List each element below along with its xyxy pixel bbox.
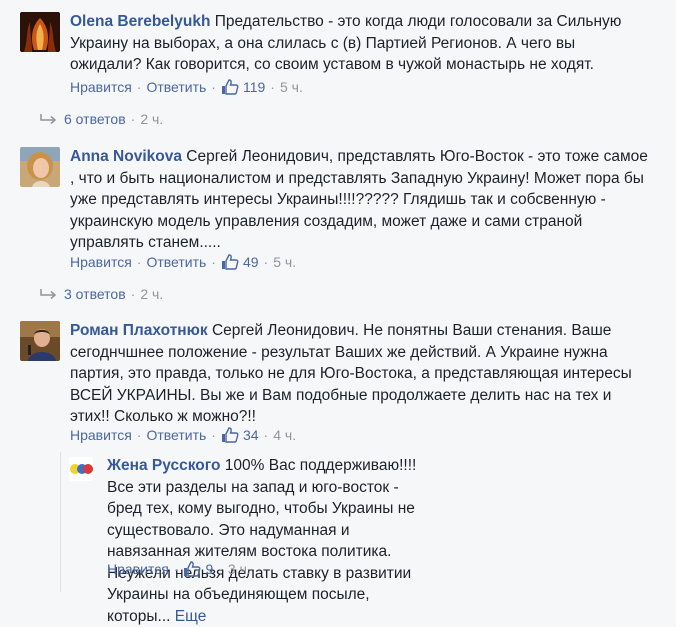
- replies-count[interactable]: 3 ответов: [64, 286, 126, 302]
- reply-text: Жена Русского 100% Вас поддерживаю!!!! В…: [107, 455, 417, 627]
- replies-count[interactable]: 6 ответов: [64, 111, 126, 127]
- avatar[interactable]: [69, 457, 93, 481]
- reply-time[interactable]: 3 ч.: [228, 561, 251, 577]
- avatar[interactable]: [20, 147, 60, 187]
- like-count-value: 34: [242, 427, 259, 443]
- thumbs-up-icon: [221, 79, 239, 95]
- avatar[interactable]: [20, 321, 60, 361]
- thumbs-up-icon: [184, 561, 201, 577]
- comment-actions: Нравится · Ответить · 34 · 4 ч.: [70, 427, 297, 443]
- replies-time: 2 ч.: [140, 286, 164, 302]
- like-link[interactable]: Нравится: [70, 427, 132, 443]
- comment-actions: Нравится · Ответить · 49 · 5 ч.: [70, 254, 297, 270]
- view-replies-link[interactable]: 3 ответов · 2 ч.: [40, 286, 163, 302]
- comment-time[interactable]: 5 ч.: [273, 254, 296, 270]
- see-more-link[interactable]: Еще: [175, 608, 207, 625]
- comment-author[interactable]: Anna Novikova: [70, 148, 182, 165]
- replies-time: 2 ч.: [140, 111, 164, 127]
- like-link[interactable]: Нравится: [70, 254, 132, 270]
- like-count-value: 119: [242, 79, 266, 95]
- reply-actions: Нравится · 9 · 3 ч.: [107, 561, 251, 577]
- thumbs-up-icon: [221, 254, 239, 270]
- like-count-value: 49: [242, 254, 259, 270]
- like-link[interactable]: Нравится: [107, 561, 169, 577]
- like-count[interactable]: 49: [221, 254, 259, 270]
- comment-time[interactable]: 4 ч.: [273, 427, 296, 443]
- view-replies-link[interactable]: 6 ответов · 2 ч.: [40, 111, 163, 127]
- reply-thread-line: [60, 452, 61, 592]
- like-link[interactable]: Нравится: [70, 79, 132, 95]
- thumbs-up-icon: [221, 427, 239, 443]
- avatar[interactable]: [20, 12, 60, 52]
- like-count[interactable]: 34: [221, 427, 259, 443]
- like-count[interactable]: 9: [183, 561, 213, 577]
- reply-author[interactable]: Жена Русского: [107, 457, 220, 474]
- reply-arrow-icon: [40, 114, 57, 125]
- comment-text: Anna Novikova Сергей Леонидович, предста…: [70, 146, 650, 254]
- like-count-value: 9: [205, 561, 214, 577]
- comment-author[interactable]: Olena Berebelyukh: [70, 13, 210, 30]
- comment-author[interactable]: Роман Плахотнюк: [70, 322, 208, 339]
- reply-link[interactable]: Ответить: [146, 427, 206, 443]
- like-count[interactable]: 119: [221, 79, 265, 95]
- reply-arrow-icon: [40, 289, 57, 300]
- comment-text: Olena Berebelyukh Предательство - это ко…: [70, 11, 650, 76]
- reply-body: 100% Вас поддерживаю!!!! Все эти разделы…: [107, 457, 417, 625]
- comment-time[interactable]: 5 ч.: [280, 79, 303, 95]
- comment-text: Роман Плахотнюк Сергей Леонидович. Не по…: [70, 320, 650, 428]
- reply-link[interactable]: Ответить: [146, 254, 206, 270]
- comment-actions: Нравится · Ответить · 119 · 5 ч.: [70, 79, 303, 95]
- reply-link[interactable]: Ответить: [146, 79, 206, 95]
